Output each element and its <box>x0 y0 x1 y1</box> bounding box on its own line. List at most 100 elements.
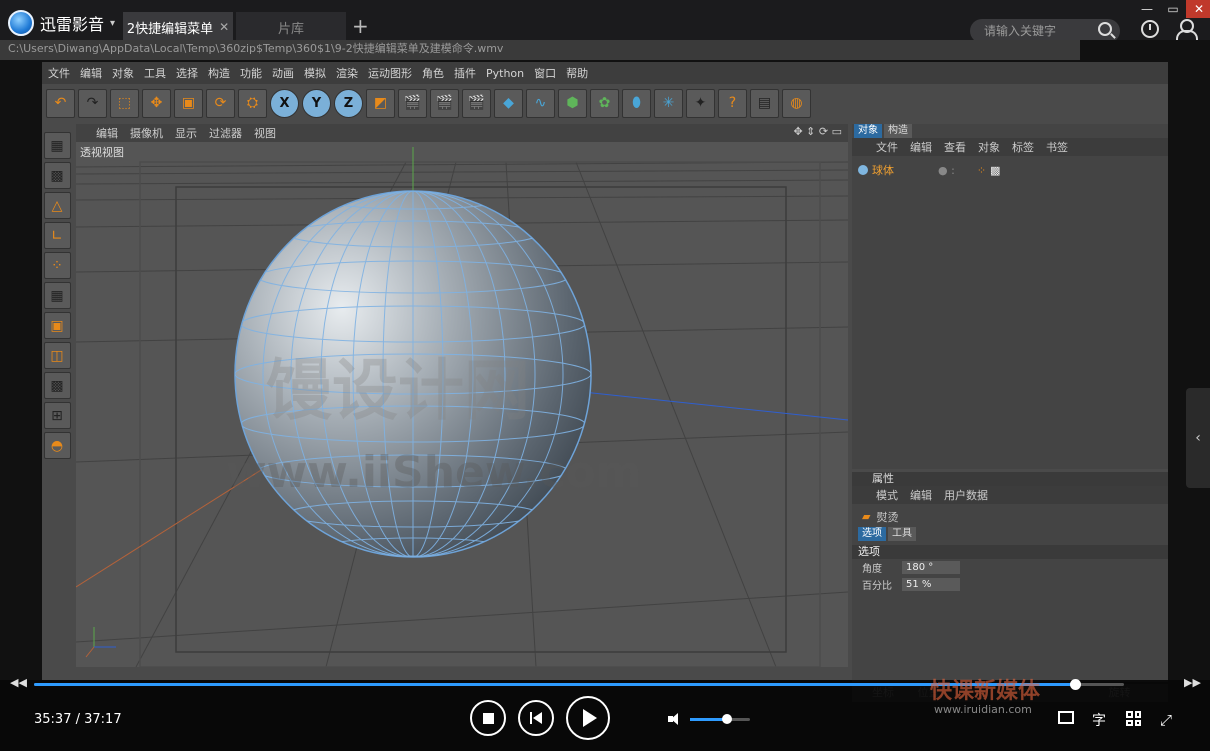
globe-icon: ◍ <box>782 88 811 118</box>
playlist-grid-icon[interactable] <box>1126 711 1141 726</box>
fullscreen-icon[interactable]: ⤢ <box>1160 711 1172 729</box>
x-axis-icon: X <box>270 88 299 118</box>
menu-item: 帮助 <box>566 67 589 80</box>
volume-icon[interactable] <box>668 713 682 725</box>
layout-icon: ▤ <box>750 88 779 118</box>
texture-icon: ▩ <box>43 372 71 399</box>
tool-header: ▰ 熨烫 <box>852 508 1168 525</box>
chevron-left-icon: ‹ <box>1195 430 1201 446</box>
menu-item: 渲染 <box>336 67 358 80</box>
side-panel-toggle[interactable]: ‹ <box>1186 388 1210 488</box>
points-mode-icon: ⁘ <box>43 252 71 279</box>
previous-icon <box>530 712 532 724</box>
tab-label: 片库 <box>277 21 304 37</box>
object-menu-item: 书签 <box>1046 141 1068 154</box>
tab-structure: 构造 <box>884 124 912 138</box>
subtitle-button[interactable]: 字 <box>1092 710 1106 730</box>
object-menu-item: 查看 <box>944 141 966 154</box>
deformer-icon: ⬮ <box>622 88 651 118</box>
object-manager: 对象 构造 文件 编辑 查看 对象 标签 书签 球体 ● : ⁘ ▩ <box>852 124 1168 469</box>
array-icon: ✿ <box>590 88 619 118</box>
viewport-menu-item: 视图 <box>254 127 276 140</box>
tab-current-video[interactable]: 2快捷编辑菜单 ✕ <box>123 12 233 42</box>
render-view-icon: 🎬 <box>398 88 427 118</box>
help-icon: ? <box>718 88 747 118</box>
cube-icon: ◆ <box>494 88 523 118</box>
close-icon[interactable]: ✕ <box>219 20 229 34</box>
axis-mode-icon: ∟ <box>43 222 71 249</box>
tab-library[interactable]: 片库 <box>236 12 346 42</box>
viewport-nav-icons: ✥ ⇕ ⟳ ▭ <box>793 125 842 138</box>
menu-item: 角色 <box>422 67 444 80</box>
menu-item: 工具 <box>144 67 166 80</box>
fast-forward-icon[interactable]: ▶▶ <box>1184 676 1201 689</box>
attribute-manager: 属性 模式 编辑 用户数据 ▰ 熨烫 选项 工具 选项 角度 180 ° 百分比… <box>852 472 1168 682</box>
video-frame[interactable]: C:\Users\Diwang\AppData\Local\Temp\360zi… <box>0 40 1210 702</box>
phong-tag-icon: ⁘ <box>976 163 987 177</box>
rotate-icon: ⟳ <box>206 88 235 118</box>
tab-label: 2快捷编辑菜单 <box>126 21 214 37</box>
add-tab-icon[interactable]: + <box>352 14 369 38</box>
menu-item: 编辑 <box>80 67 102 80</box>
param-angle: 角度 180 ° <box>852 559 1168 576</box>
play-icon <box>583 709 597 727</box>
brand[interactable]: 迅雷影音 ▾ <box>8 10 115 36</box>
object-menu-item: 编辑 <box>910 141 932 154</box>
undo-icon: ↶ <box>46 88 75 118</box>
param-value: 180 ° <box>902 561 960 574</box>
chevron-down-icon[interactable]: ▾ <box>110 18 115 29</box>
cinema4d-window: 文件 编辑 对象 工具 选择 构造 功能 动画 模拟 渲染 运动图形 角色 插件… <box>42 62 1168 702</box>
iron-tool-icon: ▰ <box>862 510 871 523</box>
param-percent: 百分比 51 % <box>852 576 1168 593</box>
menu-item: Python <box>486 66 525 80</box>
previous-button[interactable] <box>518 700 554 736</box>
minimize-button[interactable]: — <box>1134 0 1160 18</box>
scene-icon: ✳ <box>654 88 683 118</box>
menu-item: 窗口 <box>534 67 557 80</box>
coord-system-icon: ◩ <box>366 88 395 118</box>
param-label: 角度 <box>862 564 882 575</box>
object-menubar: 文件 编辑 查看 对象 标签 书签 <box>852 138 1168 156</box>
render-picture-icon: 🎬 <box>430 88 459 118</box>
object-menu-item: 对象 <box>978 141 1000 154</box>
close-window-button[interactable]: ✕ <box>1186 0 1210 18</box>
viewport-menu-item: 过滤器 <box>209 127 242 140</box>
menu-item: 选择 <box>176 67 198 80</box>
polygons-mode-icon: ▣ <box>43 312 71 339</box>
user-icon[interactable] <box>1176 19 1198 41</box>
viewport-menu-item: 显示 <box>175 127 197 140</box>
menu-item: 模拟 <box>304 67 326 80</box>
viewport-menu-item: 摄像机 <box>130 127 163 140</box>
rewind-icon[interactable]: ◀◀ <box>10 676 27 689</box>
play-button[interactable] <box>566 696 610 740</box>
workplane-icon: ⊞ <box>43 402 71 429</box>
attr-menubar: 模式 编辑 用户数据 <box>852 486 1168 504</box>
search-icon[interactable] <box>1098 22 1112 36</box>
section-header: 选项 <box>852 545 1168 559</box>
viewport-label: 透视视图 <box>80 146 124 159</box>
maximize-button[interactable]: ▭ <box>1160 0 1186 18</box>
edges-mode-icon: ▦ <box>43 282 71 309</box>
object-row-sphere: 球体 ● : ⁘ ▩ <box>858 162 1158 178</box>
corner-watermark: 快课新媒体 www.iruidian.com <box>930 679 1120 716</box>
render-settings-icon: 🎬 <box>462 88 491 118</box>
param-value: 51 % <box>902 578 960 591</box>
volume-slider[interactable] <box>690 714 750 724</box>
tab-options: 选项 <box>858 527 886 541</box>
screenshot-icon[interactable] <box>1058 711 1074 724</box>
move-icon: ✥ <box>142 88 171 118</box>
corner-watermark-cn: 快课新媒体 <box>930 679 1041 704</box>
attr-tabs: 选项 工具 <box>852 527 1168 541</box>
time-current: 35:37 <box>34 712 72 727</box>
attr-menu-item: 编辑 <box>910 489 932 502</box>
history-icon[interactable] <box>1141 20 1159 38</box>
volume-handle[interactable] <box>722 714 733 724</box>
seek-progress <box>34 683 1075 686</box>
previous-arrow-icon <box>533 712 542 724</box>
object-tabs: 对象 构造 <box>852 124 1168 138</box>
texture-tag-icon: ▩ <box>990 163 1001 177</box>
stop-button[interactable] <box>470 700 506 736</box>
c4d-toolbar: ↶ ↷ ⬚ ✥ ▣ ⟳ ⛭ X Y Z ◩ 🎬 🎬 🎬 ◆ ∿ ⬢ ✿ ⬮ ✳ <box>46 86 846 120</box>
menu-item: 动画 <box>272 67 294 80</box>
stop-icon <box>482 712 494 724</box>
